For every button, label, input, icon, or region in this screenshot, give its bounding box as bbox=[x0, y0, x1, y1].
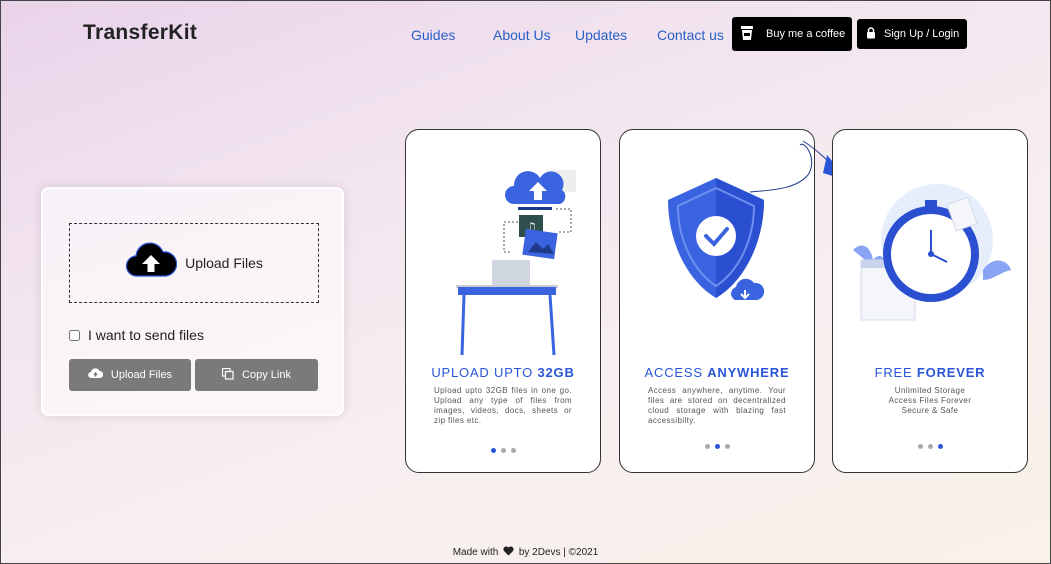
send-files-label: I want to send files bbox=[88, 327, 204, 343]
carousel-dot-1[interactable] bbox=[704, 444, 710, 449]
carousel-dot-3[interactable] bbox=[937, 444, 943, 449]
carousel-dot-1[interactable] bbox=[917, 444, 923, 449]
app-logo[interactable]: TransferKit bbox=[83, 21, 197, 45]
nav-about-us[interactable]: About Us bbox=[493, 27, 551, 43]
carousel-dot-3[interactable] bbox=[724, 444, 730, 449]
feature-line: Access Files Forever bbox=[888, 396, 972, 405]
cloud-upload-small-icon bbox=[88, 368, 104, 382]
feature-card-access: ACCESS ANYWHERE Access anywhere, anytime… bbox=[619, 129, 815, 473]
feature-card-free: FREE FOREVER Unlimited Storage Access Fi… bbox=[832, 129, 1028, 473]
carousel-dots bbox=[833, 444, 1027, 449]
heart-icon bbox=[503, 546, 514, 559]
upload-illustration-icon: ♫ bbox=[456, 170, 576, 356]
sign-up-login-label: Sign Up / Login bbox=[884, 28, 960, 40]
carousel-dot-2[interactable] bbox=[927, 444, 933, 449]
clock-illustration-icon bbox=[853, 184, 1011, 321]
feature-line: Unlimited Storage bbox=[894, 386, 966, 395]
feature-description: Unlimited Storage Access Files Forever S… bbox=[861, 386, 999, 416]
carousel-dots bbox=[620, 444, 814, 449]
shield-illustration-icon bbox=[668, 143, 813, 300]
feature-description: Upload upto 32GB files in one go. Upload… bbox=[434, 386, 572, 425]
lock-icon bbox=[866, 26, 876, 42]
copy-link-button[interactable]: Copy Link bbox=[195, 359, 318, 391]
buy-coffee-label: Buy me a coffee bbox=[766, 28, 846, 40]
carousel-dot-1[interactable] bbox=[490, 448, 496, 453]
carousel-dots bbox=[406, 448, 600, 453]
cloud-upload-icon bbox=[125, 242, 178, 285]
feature-description: Access anywhere, anytime. Your files are… bbox=[648, 386, 786, 425]
upload-card: Upload Files I want to send files Upload… bbox=[41, 187, 344, 416]
feature-line: Secure & Safe bbox=[901, 406, 959, 415]
footer: Made with by 2Devs | ©2021 bbox=[1, 546, 1050, 559]
buy-coffee-button[interactable]: Buy me a coffee bbox=[732, 17, 852, 51]
file-dropzone[interactable]: Upload Files bbox=[69, 223, 319, 303]
footer-credit: by 2Devs | ©2021 bbox=[518, 547, 599, 559]
nav-contact-us[interactable]: Contact us bbox=[657, 27, 724, 43]
upload-files-button-label: Upload Files bbox=[110, 369, 173, 381]
dropzone-label: Upload Files bbox=[185, 255, 263, 271]
copy-link-button-label: Copy Link bbox=[242, 369, 291, 381]
nav-updates[interactable]: Updates bbox=[575, 27, 627, 43]
carousel-dot-2[interactable] bbox=[714, 444, 720, 449]
send-files-checkbox[interactable] bbox=[69, 329, 80, 341]
feature-title: ACCESS ANYWHERE bbox=[644, 365, 790, 380]
footer-made-with: Made with bbox=[452, 547, 499, 559]
send-files-checkbox-row[interactable]: I want to send files bbox=[69, 327, 204, 343]
carousel-dot-2[interactable] bbox=[500, 448, 506, 453]
nav-guides[interactable]: Guides bbox=[411, 27, 455, 43]
feature-card-upload: ♫ UPLOAD UPTO 32GB Upload upto 32GB file… bbox=[405, 129, 601, 473]
copy-icon bbox=[221, 367, 234, 383]
coffee-cup-icon bbox=[741, 25, 753, 44]
feature-title: UPLOAD UPTO 32GB bbox=[431, 365, 575, 380]
feature-title: FREE FOREVER bbox=[874, 365, 986, 380]
sign-up-login-button[interactable]: Sign Up / Login bbox=[857, 19, 967, 49]
carousel-dot-3[interactable] bbox=[510, 448, 516, 453]
upload-files-button[interactable]: Upload Files bbox=[69, 359, 191, 391]
